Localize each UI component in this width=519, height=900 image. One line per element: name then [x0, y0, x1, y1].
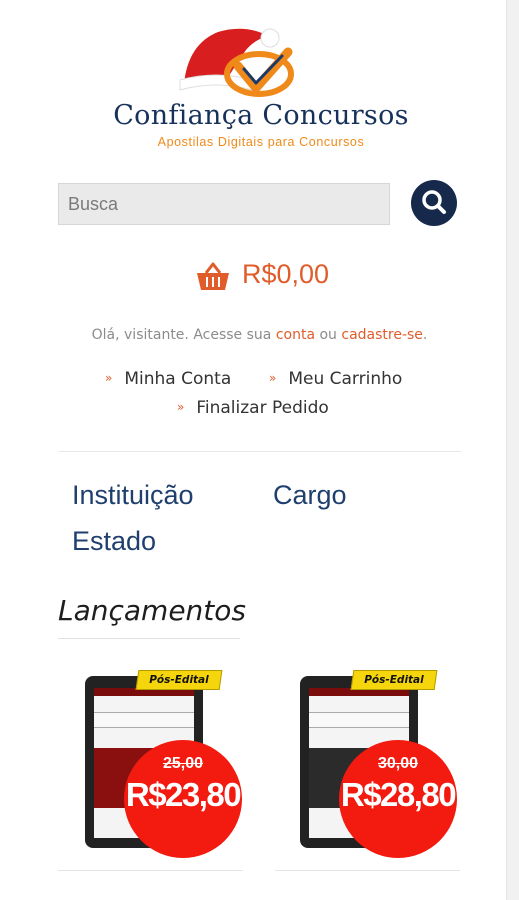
checkout-link[interactable]: » Finalizar Pedido [177, 398, 329, 418]
my-account-label: Minha Conta [124, 369, 232, 389]
welcome-prefix: Olá, visitante. Acesse sua [91, 327, 276, 343]
pos-edital-badge: Pós-Edital [135, 670, 223, 690]
arrow-right-icon: » [269, 371, 277, 385]
checkout-label: Finalizar Pedido [196, 398, 329, 418]
my-account-link[interactable]: » Minha Conta [105, 369, 231, 389]
new-price: R$28,80 [340, 776, 457, 813]
arrow-right-icon: » [177, 400, 185, 414]
old-price: 25,00 [162, 755, 204, 772]
price-badge: 25,00 R$23,80 [124, 740, 242, 858]
welcome-message: Olá, visitante. Acesse sua conta ou cada… [0, 327, 519, 343]
filter-instituicao[interactable]: Instituição [72, 480, 194, 511]
logo-emblem [179, 28, 294, 97]
site-logo[interactable]: Confiança Concursos Apostilas Digitais p… [96, 22, 426, 154]
product-card[interactable]: Pós-Edital 25,00 R$23,80 [85, 668, 255, 863]
product-divider [275, 870, 460, 871]
price-badge: 30,00 R$28,80 [339, 740, 457, 858]
section-title: Lançamentos [58, 594, 247, 627]
product-card[interactable]: Pós-Edital 30,00 R$28,80 [300, 668, 470, 863]
logo-title: Confiança Concursos [113, 100, 409, 131]
new-price: R$23,80 [125, 776, 242, 813]
cart-total[interactable]: R$0,00 [242, 259, 329, 290]
pos-edital-badge: Pós-Edital [350, 670, 438, 690]
search-input[interactable] [58, 183, 390, 225]
divider [58, 451, 461, 452]
logo-tagline: Apostilas Digitais para Concursos [157, 135, 365, 149]
basket-icon[interactable] [195, 262, 231, 292]
search-button[interactable] [411, 180, 457, 226]
old-price: 30,00 [377, 755, 419, 772]
welcome-suffix: . [422, 327, 428, 343]
search-icon [422, 190, 446, 214]
filter-cargo[interactable]: Cargo [273, 480, 347, 511]
filter-estado[interactable]: Estado [72, 526, 156, 557]
welcome-middle: ou [315, 327, 342, 343]
product-divider [58, 870, 243, 871]
scrollbar[interactable] [506, 0, 519, 900]
my-cart-link[interactable]: » Meu Carrinho [269, 369, 402, 389]
register-link[interactable]: cadastre-se [341, 327, 423, 343]
arrow-right-icon: » [105, 371, 113, 385]
account-link[interactable]: conta [276, 327, 315, 343]
section-underline [58, 638, 240, 639]
my-cart-label: Meu Carrinho [288, 369, 403, 389]
